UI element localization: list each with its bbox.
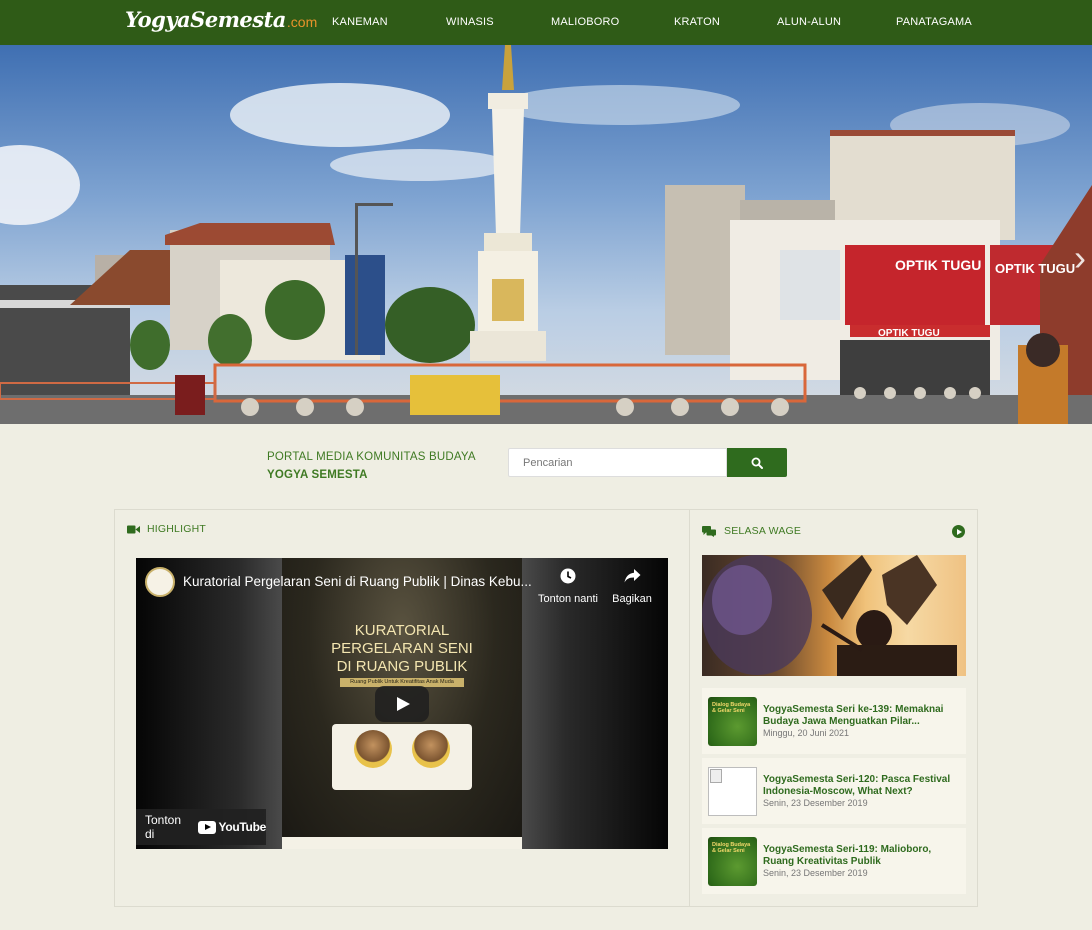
logo-main-text: YogyaSemesta: [125, 7, 286, 32]
video-title[interactable]: Kuratorial Pergelaran Seni di Ruang Publ…: [183, 574, 532, 589]
video-poster-title: KURATORIAL PERGELARAN SENI DI RUANG PUBL…: [331, 622, 473, 675]
article-title[interactable]: YogyaSemesta Seri-119: Malioboro, Ruang …: [763, 844, 959, 868]
content-divider: [689, 509, 690, 907]
youtube-wordmark: YouTube: [218, 820, 267, 834]
wayang-shadow-puppet-image: [702, 555, 957, 676]
youtube-embed[interactable]: KURATORIAL PERGELARAN SENI DI RUANG PUBL…: [136, 558, 668, 849]
selasa-wage-feature-image[interactable]: [702, 555, 966, 676]
selasa-wage-title: SELASA WAGE: [724, 525, 802, 537]
youtube-logo: YouTube: [197, 820, 267, 834]
highlight-header: HIGHLIGHT: [127, 523, 206, 535]
clock-icon: [560, 568, 576, 584]
hero-slider: OPTIK TUGU OPTIK TUGU OPTIK TUGU ›: [0, 45, 1092, 424]
highlight-title: HIGHLIGHT: [147, 523, 206, 535]
hero-next-arrow-icon[interactable]: ›: [1074, 240, 1086, 276]
portal-tagline: PORTAL MEDIA KOMUNITAS BUDAYA: [267, 451, 476, 463]
article-title[interactable]: YogyaSemesta Seri ke-139: Memaknai Buday…: [763, 704, 959, 728]
video-poster-speakers: [332, 724, 472, 790]
video-left-fade: [136, 558, 282, 849]
article-thumbnail: Dialog Budaya & Gelar Seni: [708, 837, 757, 886]
portal-name: YOGYA SEMESTA: [267, 469, 368, 481]
nav-item-kraton[interactable]: KRATON: [674, 16, 720, 28]
watch-later-label: Tonton nanti: [538, 593, 598, 605]
article-date: Senin, 23 Desember 2019: [763, 868, 868, 878]
share-label: Bagikan: [612, 593, 652, 605]
site-logo[interactable]: YogyaSemesta .com: [125, 7, 317, 37]
search-icon: [751, 457, 763, 469]
thumbnail-caption: Dialog Budaya & Gelar Seni: [712, 702, 751, 714]
article-title[interactable]: YogyaSemesta Seri-120: Pasca Festival In…: [763, 774, 959, 798]
article-thumbnail: Dialog Budaya & Gelar Seni: [708, 697, 757, 746]
list-item[interactable]: Dialog Budaya & Gelar Seni YogyaSemesta …: [702, 828, 966, 894]
selasa-wage-header: SELASA WAGE: [702, 525, 801, 537]
hero-image-tugu-monument: OPTIK TUGU OPTIK TUGU OPTIK TUGU: [0, 45, 1092, 424]
chat-bubbles-icon: [702, 525, 716, 537]
list-item[interactable]: Dialog Budaya & Gelar Seni YogyaSemesta …: [702, 688, 966, 754]
arrow-right-circle-icon[interactable]: [952, 525, 965, 538]
search-button[interactable]: [727, 448, 787, 477]
speaker-photo: [354, 730, 392, 768]
nav-item-kaneman[interactable]: KANEMAN: [332, 16, 388, 28]
hero-sign-text-2: OPTIK TUGU: [995, 261, 1075, 276]
nav-item-winasis[interactable]: WINASIS: [446, 16, 494, 28]
play-button[interactable]: [375, 686, 429, 722]
hero-sign-text-3: OPTIK TUGU: [878, 328, 940, 339]
article-date: Minggu, 20 Juni 2021: [763, 728, 850, 738]
list-item[interactable]: YogyaSemesta Seri-120: Pasca Festival In…: [702, 758, 966, 824]
speaker-photo: [412, 730, 450, 768]
broken-image-icon: [708, 767, 757, 816]
channel-avatar[interactable]: [145, 567, 175, 597]
article-date: Senin, 23 Desember 2019: [763, 798, 868, 808]
video-poster-footer: [282, 837, 522, 849]
hero-sign-text-1: OPTIK TUGU: [895, 257, 981, 273]
search-input[interactable]: [508, 448, 727, 477]
watch-later-button[interactable]: Tonton nanti: [538, 568, 598, 605]
logo-domain-text: .com: [286, 14, 318, 30]
thumbnail-caption: Dialog Budaya & Gelar Seni: [712, 842, 751, 854]
nav-item-panatagama[interactable]: PANATAGAMA: [896, 16, 972, 28]
youtube-play-icon: [197, 820, 216, 834]
nav-item-malioboro[interactable]: MALIOBORO: [551, 16, 619, 28]
share-button[interactable]: Bagikan: [602, 568, 662, 605]
share-icon: [624, 569, 640, 583]
nav-item-alun-alun[interactable]: ALUN-ALUN: [777, 16, 841, 28]
video-camera-icon: [127, 525, 140, 533]
watch-on-label: Tonton di: [145, 813, 182, 841]
watch-on-youtube-button[interactable]: Tonton di YouTube: [136, 809, 266, 845]
top-navbar: YogyaSemesta .com KANEMAN WINASIS MALIOB…: [0, 0, 1092, 45]
